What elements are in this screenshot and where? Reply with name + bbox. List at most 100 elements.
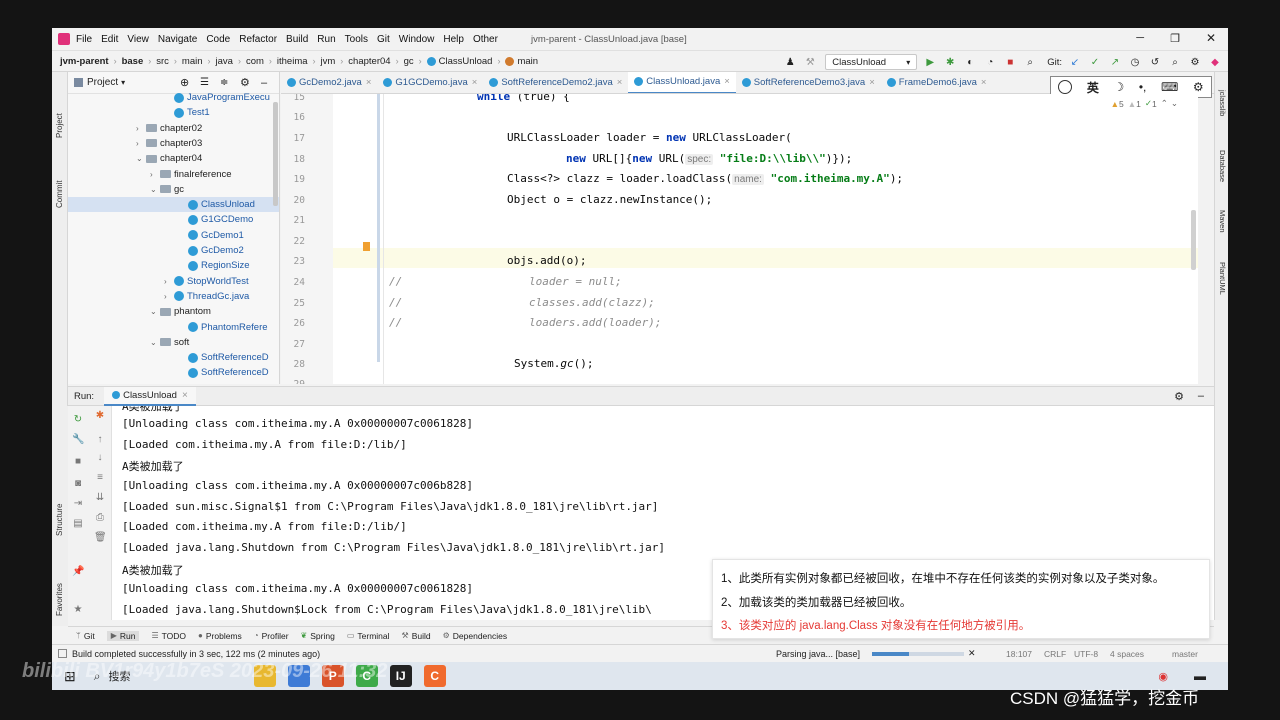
keyboard-icon[interactable]: ⌨ (1161, 80, 1178, 94)
menu-help[interactable]: Help (443, 34, 464, 45)
rerun-icon[interactable]: ↻ (72, 414, 84, 426)
gear-icon[interactable]: ⚙ (1193, 80, 1204, 94)
tab-git[interactable]: ᛘ Git (76, 631, 95, 641)
menu-refactor[interactable]: Refactor (239, 34, 277, 45)
tree-item[interactable]: › chapter02 (68, 121, 279, 136)
ime-logo-icon[interactable] (1058, 80, 1073, 94)
rollback-icon[interactable]: ↺ (1148, 55, 1162, 69)
file-encoding[interactable]: UTF-8 (1074, 649, 1098, 659)
tree-item[interactable]: PhantomRefere (68, 320, 279, 335)
tab-classunload[interactable]: ClassUnload.java × (628, 72, 736, 93)
close-icon[interactable]: × (869, 77, 875, 88)
tab-build[interactable]: ⚒ Build (402, 631, 431, 641)
tree-item[interactable]: GcDemo1 (68, 228, 279, 243)
tree-item[interactable]: › chapter03 (68, 136, 279, 151)
menu-other[interactable]: Other (473, 34, 498, 45)
tree-item[interactable]: Test1 (68, 105, 279, 120)
menu-git[interactable]: Git (377, 34, 390, 45)
expand-icon[interactable]: ≑ (220, 77, 228, 88)
chevron-down-icon[interactable]: ⌄ (150, 338, 160, 347)
caret-position[interactable]: 18:107 (1006, 649, 1032, 659)
print-icon[interactable]: ⎙ (94, 512, 106, 524)
breadcrumb-project[interactable]: jvm-parent (60, 56, 109, 67)
tree-item[interactable]: JavaProgramExecu (68, 90, 279, 105)
menu-tools[interactable]: Tools (345, 34, 368, 45)
menu-build[interactable]: Build (286, 34, 308, 45)
breadcrumb-itheima[interactable]: itheima (277, 56, 308, 67)
tab-problems[interactable]: ● Problems (198, 631, 242, 641)
chevron-right-icon[interactable]: › (136, 124, 146, 133)
editor-scrollbar[interactable] (1191, 210, 1196, 270)
code-editor[interactable]: 15 16 17 18 19 20 21 22 23 24 25 26 27 2… (281, 94, 1198, 384)
tab-softreferencedemo2[interactable]: SoftReferenceDemo2.java × (483, 72, 628, 93)
profile-icon[interactable]: ◔ (983, 55, 997, 69)
tree-item[interactable]: ⌄ chapter04 (68, 151, 279, 166)
menu-run[interactable]: Run (317, 34, 335, 45)
chevron-down-icon[interactable]: ⌄ (1171, 98, 1178, 109)
wrench-icon[interactable]: 🔧 (72, 434, 84, 446)
menu-navigate[interactable]: Navigate (158, 34, 197, 45)
trash-icon[interactable]: 🗑 (94, 532, 107, 544)
git-push-icon[interactable]: ↗ (1108, 55, 1122, 69)
tree-item[interactable]: SoftReferenceD (68, 365, 279, 380)
locate-icon[interactable]: ⊕ (180, 76, 189, 89)
close-icon[interactable]: × (182, 390, 188, 401)
breadcrumb-java[interactable]: java (216, 56, 233, 67)
chevron-down-icon[interactable]: ⌄ (150, 185, 160, 194)
tray-icon[interactable]: ◉ (1158, 670, 1168, 683)
camera-icon[interactable]: ◙ (72, 478, 84, 490)
tree-item[interactable]: › StopWorldTest (68, 274, 279, 289)
tree-scrollbar[interactable] (273, 102, 278, 206)
status-message[interactable]: Build completed successfully in 3 sec, 1… (72, 649, 320, 659)
breadcrumb-method[interactable]: main (517, 56, 538, 67)
search-everywhere-icon[interactable]: ⌕ (1168, 55, 1182, 69)
layout-icon[interactable]: ▤ (72, 518, 84, 530)
hide-icon[interactable]: – (1198, 390, 1204, 402)
tree-item[interactable]: ⌄ gc (68, 182, 279, 197)
stop-icon[interactable]: ■ (1003, 55, 1017, 69)
intellij-icon[interactable]: IJ (389, 665, 412, 687)
tab-dependencies[interactable]: ⚙ Dependencies (443, 631, 508, 641)
breadcrumb-com[interactable]: com (246, 56, 264, 67)
tree-item[interactable]: G1GCDemo (68, 212, 279, 227)
git-update-icon[interactable]: ↙ (1068, 55, 1082, 69)
soft-wrap-icon[interactable]: ≡ (94, 472, 106, 484)
tree-item[interactable]: ClassUnload (68, 197, 279, 213)
menu-file[interactable]: File (76, 34, 92, 45)
breadcrumb-class[interactable]: ClassUnload (439, 56, 493, 67)
indent-setting[interactable]: 4 spaces (1110, 649, 1144, 659)
tree-item[interactable]: ⌄ soft (68, 335, 279, 350)
exit-icon[interactable]: ⇥ (72, 498, 84, 510)
run-config-select[interactable]: ClassUnload ▾ (825, 54, 918, 70)
breadcrumb-src[interactable]: src (156, 56, 169, 67)
chevron-down-icon[interactable]: ▾ (121, 78, 125, 87)
run-tab-classunload[interactable]: ClassUnload × (104, 386, 196, 406)
chevron-down-icon[interactable]: ⌄ (150, 307, 160, 316)
up-icon[interactable]: ↑ (94, 434, 106, 446)
menu-window[interactable]: Window (399, 34, 435, 45)
plantuml-tool-tab[interactable]: PlantUML (1218, 262, 1227, 295)
menu-view[interactable]: View (127, 34, 149, 45)
recorder-icon[interactable]: C (423, 665, 446, 687)
stop-icon[interactable]: ■ (72, 456, 84, 468)
close-icon[interactable]: × (981, 77, 987, 88)
tab-framedemo6[interactable]: FrameDemo6.java × (881, 72, 993, 93)
close-icon[interactable]: × (472, 77, 478, 88)
breadcrumb-gc[interactable]: gc (404, 56, 414, 67)
database-tool-tab[interactable]: Database (1218, 150, 1227, 182)
tree-item[interactable]: ⌄ phantom (68, 304, 279, 319)
chevron-right-icon[interactable]: › (136, 139, 146, 148)
project-panel-title[interactable]: Project (87, 77, 118, 88)
breadcrumb-module[interactable]: base (122, 56, 144, 67)
moon-icon[interactable]: ☽ (1114, 80, 1125, 94)
chevron-down-icon[interactable]: ⌄ (136, 154, 146, 163)
jclasslib-tool-tab[interactable]: jclasslib (1218, 90, 1227, 116)
close-icon[interactable]: × (366, 77, 372, 88)
breadcrumb-jvm[interactable]: jvm (321, 56, 336, 67)
close-icon[interactable]: × (617, 77, 623, 88)
tab-run[interactable]: ▶ Run (106, 630, 140, 641)
favorites-tool-tab[interactable]: Favorites (55, 583, 64, 616)
chevron-right-icon[interactable]: › (150, 170, 160, 179)
punctuation-icon[interactable]: •, (1139, 80, 1147, 94)
star-icon[interactable]: ★ (72, 604, 84, 616)
